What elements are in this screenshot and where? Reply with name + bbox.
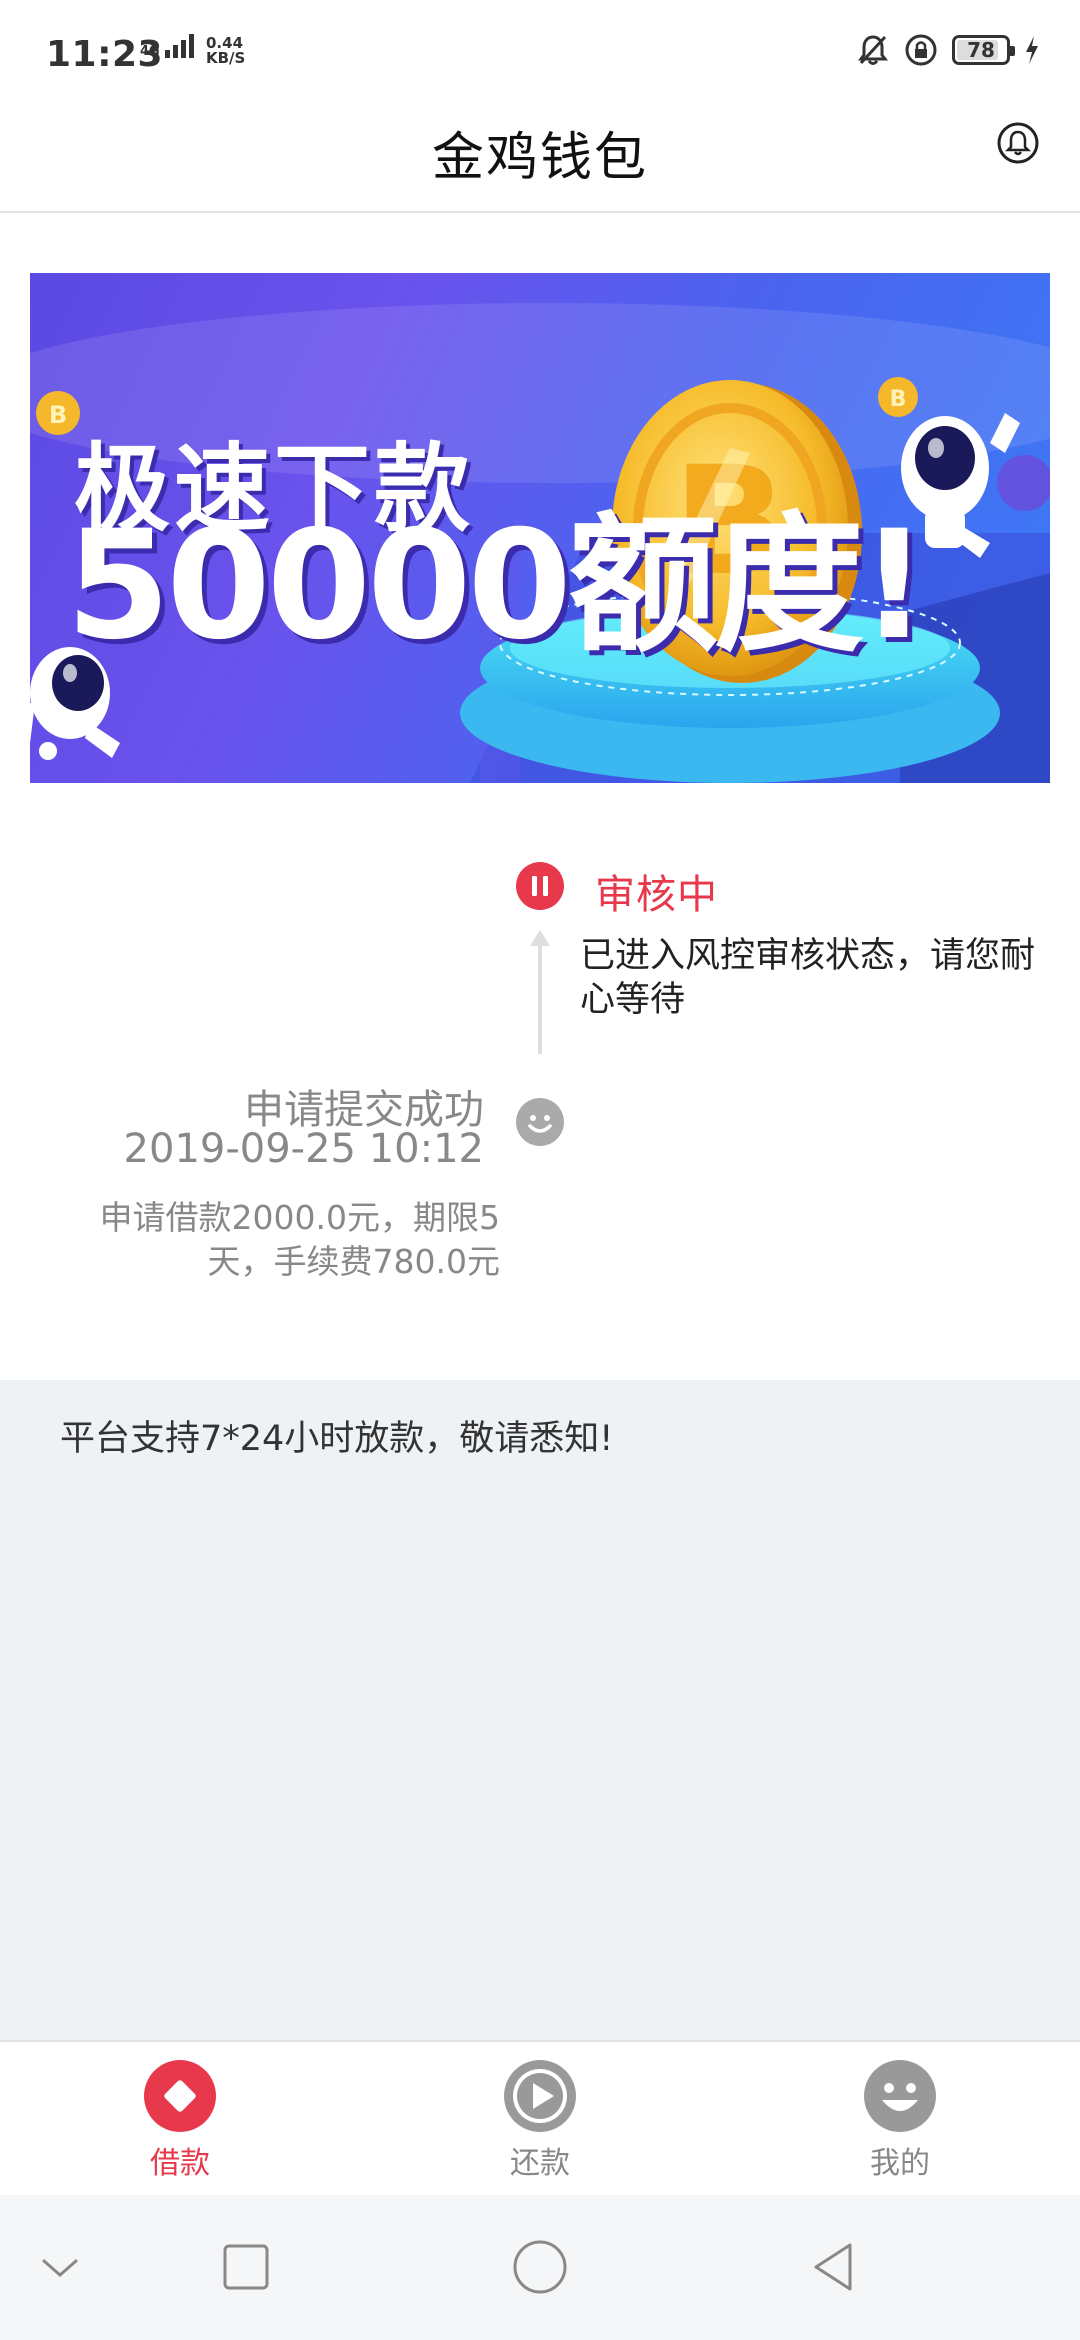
battery-level: 78 (967, 38, 995, 62)
tab-borrow[interactable]: 借款 (80, 2060, 280, 2182)
app-header: 金鸡钱包 (0, 95, 1080, 213)
svg-text:B: B (890, 387, 907, 412)
status-bar: 11:23 4G 0.44 KB/S 78 (0, 0, 1080, 95)
system-nav-bar (0, 2195, 1080, 2340)
charging-icon (1026, 36, 1038, 64)
timeline-line (538, 942, 542, 1054)
notice-text: 平台支持7*24小时放款，敬请悉知! (60, 1419, 614, 1459)
bell-icon[interactable] (996, 121, 1040, 165)
play-icon (504, 2060, 576, 2132)
network-type: 4G (140, 44, 160, 59)
promo-banner[interactable]: B B B 极速下款 50000额度! (30, 273, 1050, 783)
review-status-description: 已进入风控审核状态，请您耐心等待 (580, 936, 1036, 1020)
network-speed: 0.44 KB/S (206, 36, 245, 66)
tab-borrow-label: 借款 (150, 2146, 210, 2181)
smile-icon (516, 1098, 564, 1146)
pause-icon (516, 862, 564, 910)
review-status-title: 审核中 (595, 872, 718, 918)
svg-text:B: B (49, 401, 67, 429)
lock-rotation-icon (905, 34, 937, 66)
chevron-down-icon[interactable] (28, 2235, 92, 2299)
loan-application-details: 申请借款2000.0元，期限5天，手续费780.0元 (99, 1198, 500, 1281)
battery-icon: 78 (952, 35, 1015, 65)
signal-icon: 4G (140, 34, 194, 58)
speed-unit: KB/S (206, 49, 246, 67)
home-circle-icon[interactable] (508, 2235, 572, 2299)
bottom-tab-bar: 借款 还款 我的 (0, 2040, 1080, 2195)
page-title: 金鸡钱包 (431, 128, 648, 188)
smile-icon (864, 2060, 936, 2132)
diamond-icon (144, 2060, 216, 2132)
mute-bell-icon (858, 35, 888, 65)
tab-mine[interactable]: 我的 (800, 2060, 1000, 2182)
recents-square-icon[interactable] (214, 2235, 278, 2299)
tab-repay[interactable]: 还款 (440, 2060, 640, 2182)
back-triangle-icon[interactable] (802, 2235, 866, 2299)
notice-area: 平台支持7*24小时放款，敬请悉知! (0, 1380, 1080, 2040)
submitted-timestamp: 2019-09-25 10:12 (123, 1126, 484, 1172)
tab-mine-label: 我的 (870, 2146, 930, 2181)
tab-repay-label: 还款 (510, 2146, 570, 2181)
status-right: 78 (856, 33, 1040, 67)
banner-amount: 50000额度! (66, 499, 928, 673)
